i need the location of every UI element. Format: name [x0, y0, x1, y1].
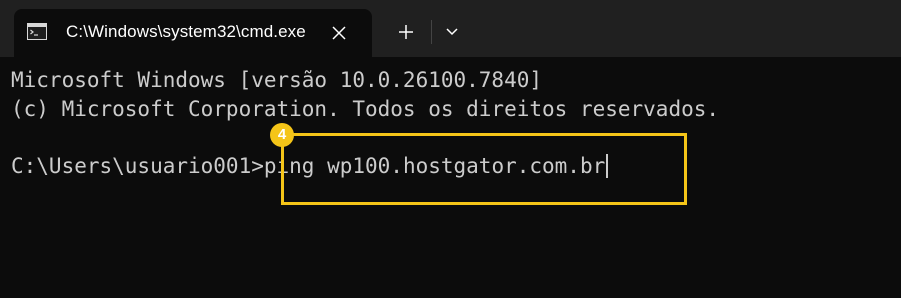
plus-icon[interactable] [390, 17, 422, 47]
cmd-icon [27, 23, 47, 40]
tab-divider [431, 20, 432, 44]
step-badge: 4 [270, 123, 294, 147]
version-line: Microsoft Windows [versão 10.0.26100.784… [11, 68, 543, 92]
tab-title: C:\Windows\system32\cmd.exe [66, 22, 306, 41]
close-icon[interactable] [327, 21, 351, 45]
prompt: C:\Users\usuario001> [11, 154, 264, 178]
tab-cmd[interactable]: C:\Windows\system32\cmd.exe [14, 9, 372, 57]
title-bar: C:\Windows\system32\cmd.exe [0, 0, 901, 57]
highlight-box [281, 133, 687, 205]
chevron-down-icon[interactable] [438, 17, 466, 47]
terminal-window: C:\Windows\system32\cmd.exe Microsoft Wi… [0, 0, 901, 298]
copyright-line: (c) Microsoft Corporation. Todos os dire… [11, 97, 720, 121]
